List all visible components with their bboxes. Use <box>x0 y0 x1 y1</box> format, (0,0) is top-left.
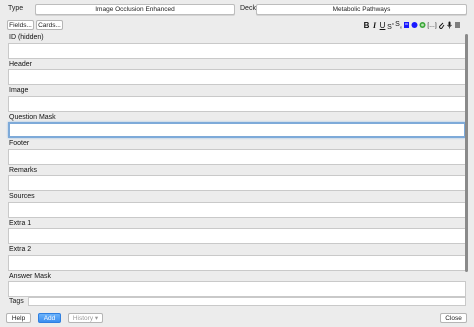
field-editor[interactable] <box>8 175 466 191</box>
subscript-icon[interactable]: Sx <box>395 20 402 32</box>
field-label: Extra 1 <box>9 219 32 227</box>
field-extra-2: Extra 2 <box>8 246 466 273</box>
fields-scrollbar[interactable] <box>465 34 468 272</box>
deck-label: Deck <box>240 5 256 12</box>
clear-format-icon[interactable] <box>403 21 410 32</box>
italic-icon[interactable]: I <box>371 21 378 31</box>
type-label: Type <box>8 5 24 12</box>
field-editor[interactable] <box>8 148 466 165</box>
more-icon[interactable] <box>454 21 461 32</box>
field-answer-mask: Answer Mask <box>8 273 466 300</box>
field-editor[interactable] <box>8 95 466 112</box>
tags-label: Tags <box>9 298 24 305</box>
note-fields: ID (hidden) Header Image Question Mask F… <box>8 34 466 299</box>
cards-button[interactable]: Cards... <box>36 20 63 30</box>
field-id-hidden: ID (hidden) <box>8 34 466 61</box>
field-editor-focused[interactable] <box>8 122 466 138</box>
note-type-deck-bar: Type Image Occlusion Enhanced Deck Metab… <box>0 0 474 18</box>
field-label: Image <box>9 87 29 94</box>
fields-button-label: Fields... <box>9 21 32 29</box>
attach-icon[interactable] <box>438 21 445 32</box>
field-label: Extra 2 <box>9 246 32 253</box>
field-editor[interactable] <box>8 201 466 218</box>
field-extra-1: Extra 1 <box>8 220 466 247</box>
field-label: Question Mask <box>9 113 56 121</box>
fields-button[interactable]: Fields... <box>7 20 34 30</box>
help-button-label: Help <box>11 314 26 322</box>
field-sources: Sources <box>8 193 466 220</box>
field-editor[interactable] <box>8 228 466 244</box>
superscript-icon[interactable]: Sx <box>387 19 394 32</box>
field-label: Remarks <box>9 166 38 174</box>
cards-button-label: Cards... <box>38 21 61 29</box>
history-button-label: History ▾ <box>72 315 99 322</box>
field-header: Header <box>8 61 466 88</box>
note-type-selector[interactable]: Image Occlusion Enhanced <box>35 4 235 15</box>
bold-icon[interactable]: B <box>363 21 370 31</box>
field-label: Header <box>9 60 32 68</box>
close-button[interactable]: Close <box>440 313 467 323</box>
field-label: Sources <box>9 193 35 200</box>
field-editor[interactable] <box>8 42 466 59</box>
field-editor[interactable] <box>8 281 466 297</box>
add-button[interactable]: Add <box>38 313 61 323</box>
field-editor[interactable] <box>8 69 466 85</box>
highlight-icon[interactable] <box>419 21 426 32</box>
field-label: Footer <box>9 140 30 147</box>
deck-value: Metabolic Pathways <box>332 6 391 13</box>
underline-icon[interactable]: U <box>379 21 386 31</box>
format-toolbar: B I U Sx Sx […] <box>363 21 461 31</box>
field-footer: Footer <box>8 140 466 167</box>
field-remarks: Remarks <box>8 167 466 194</box>
help-button[interactable]: Help <box>6 313 31 323</box>
field-label: Answer Mask <box>9 272 52 280</box>
tags-input[interactable] <box>28 297 466 306</box>
note-type-value: Image Occlusion Enhanced <box>95 6 175 13</box>
bottom-bar: Help Add History ▾ Close <box>0 312 474 324</box>
history-button[interactable]: History ▾ <box>68 313 103 323</box>
field-editor[interactable] <box>8 254 466 271</box>
cloze-icon[interactable]: […] <box>427 21 437 31</box>
field-image: Image <box>8 87 466 114</box>
tags-row: Tags <box>8 297 466 307</box>
field-question-mask: Question Mask <box>8 114 466 141</box>
add-button-label: Add <box>43 314 56 322</box>
text-color-icon[interactable] <box>411 21 418 32</box>
deck-selector[interactable]: Metabolic Pathways <box>256 4 467 15</box>
close-button-label: Close <box>445 314 462 322</box>
field-label: ID (hidden) <box>9 34 44 41</box>
record-audio-icon[interactable] <box>446 21 453 32</box>
